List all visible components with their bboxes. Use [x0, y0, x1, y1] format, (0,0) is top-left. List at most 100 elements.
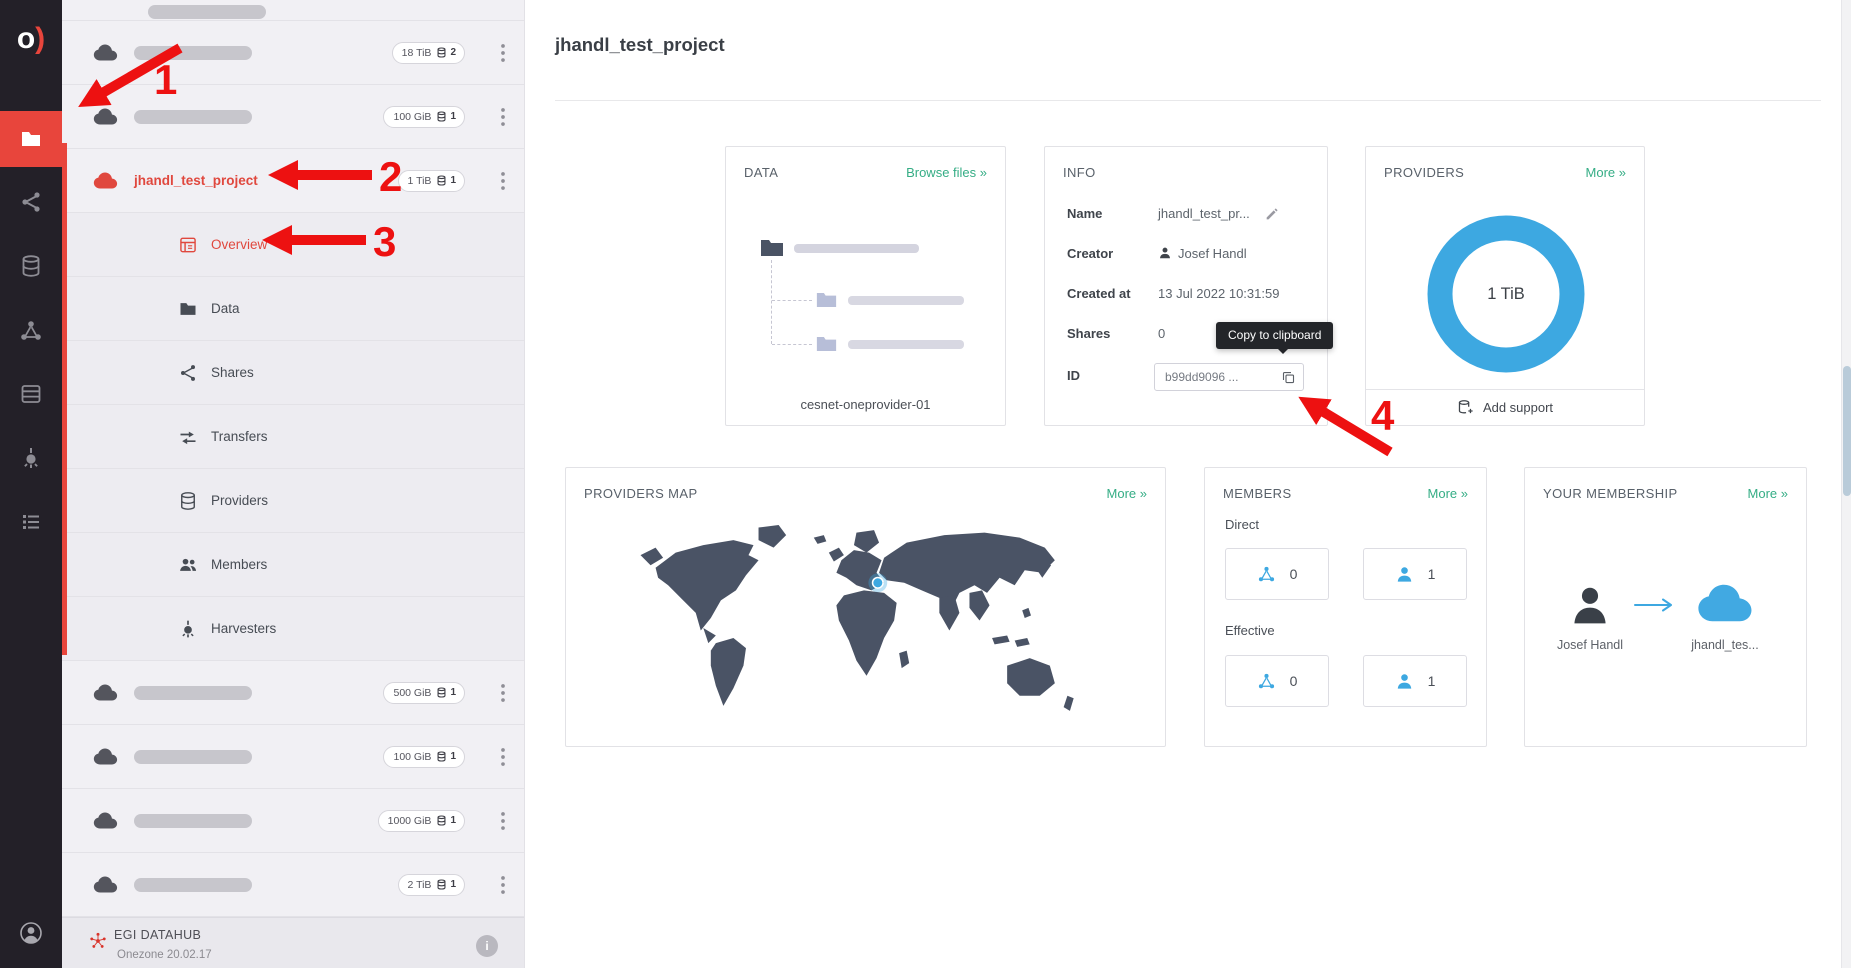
nav-databases[interactable]: [0, 238, 62, 294]
space-size-badge: 1 TiB 1: [398, 170, 466, 192]
space-name-placeholder: [134, 46, 252, 60]
egi-datahub-logo: [88, 931, 108, 951]
nav-tokens-list[interactable]: [0, 494, 62, 550]
groups-icon: [1257, 565, 1276, 584]
space-size: 1 TiB: [408, 175, 432, 187]
scrollbar-track: [1841, 0, 1851, 968]
nav-spaces[interactable]: [0, 111, 62, 167]
onedata-logo[interactable]: o): [0, 22, 62, 56]
provider-count-value: 1: [450, 751, 456, 762]
selected-space-name: jhandl_test_project: [134, 173, 258, 188]
providers-more-link[interactable]: More »: [1586, 165, 1626, 180]
space-row-partial[interactable]: [62, 0, 524, 21]
space-context-menu-button[interactable]: [490, 104, 516, 130]
user-account-button[interactable]: [0, 905, 62, 961]
clusters-box-icon: [19, 382, 43, 406]
providers-map-card: PROVIDERS MAP More »: [565, 467, 1166, 747]
provider-name: cesnet-oneprovider-01: [726, 397, 1005, 412]
provider-db-icon: [436, 687, 447, 698]
space-menu-providers[interactable]: Providers: [62, 469, 524, 533]
space-size-badge: 1000 GiB1: [378, 810, 465, 832]
nav-groups[interactable]: [0, 303, 62, 359]
effective-label: Effective: [1225, 623, 1275, 638]
database-icon: [19, 254, 43, 278]
membership-space-cloud-icon[interactable]: [1692, 582, 1758, 624]
space-size-badge: 2 TiB1: [398, 874, 466, 896]
child-folder-icon: [816, 335, 837, 352]
space-menu-harvesters[interactable]: Harvesters: [62, 597, 524, 661]
kebab-menu-icon: [490, 168, 516, 194]
space-context-menu-button[interactable]: [490, 168, 516, 194]
app-root: o) 1: [0, 0, 1851, 968]
info-button[interactable]: i: [476, 935, 498, 957]
scrollbar-thumb[interactable]: [1843, 366, 1851, 496]
effective-groups-count: 0: [1290, 673, 1298, 689]
nav-clusters[interactable]: [0, 366, 62, 422]
add-support-button[interactable]: Add support: [1366, 389, 1644, 425]
direct-groups-stat[interactable]: 0: [1225, 548, 1329, 600]
page-title: jhandl_test_project: [555, 34, 725, 56]
provider-count: 1: [436, 815, 456, 826]
data-card: DATA Browse files » cesnet-oneprovider-0…: [725, 146, 1006, 426]
menu-label: Data: [211, 301, 240, 316]
map-more-link[interactable]: More »: [1107, 486, 1147, 501]
space-context-menu-button[interactable]: [490, 744, 516, 770]
root-folder-icon: [760, 238, 784, 257]
space-row[interactable]: 100 GiB1: [62, 85, 524, 149]
space-size-badge: 100 GiB1: [383, 106, 465, 128]
space-context-menu-button[interactable]: [490, 872, 516, 898]
space-size-badge: 100 GiB1: [383, 746, 465, 768]
id-label: ID: [1067, 368, 1080, 383]
groups-icon: [19, 319, 43, 343]
copy-to-clipboard-button[interactable]: [1276, 367, 1300, 387]
card-title: DATA: [744, 165, 778, 180]
provider-map-marker[interactable]: [868, 573, 887, 592]
membership-more-link[interactable]: More »: [1748, 486, 1788, 501]
space-row[interactable]: 18 TiB2: [62, 21, 524, 85]
space-row[interactable]: 2 TiB1: [62, 853, 524, 917]
user-icon: [1395, 565, 1414, 584]
direct-users-stat[interactable]: 1: [1363, 548, 1467, 600]
primary-sidebar: o): [0, 0, 62, 968]
browse-files-link[interactable]: Browse files »: [906, 165, 987, 180]
provider-count-value: 1: [450, 175, 456, 186]
space-row[interactable]: 1000 GiB1: [62, 789, 524, 853]
space-row[interactable]: 500 GiB1: [62, 661, 524, 725]
nav-shares[interactable]: [0, 174, 62, 230]
nav-harvesters[interactable]: [0, 430, 62, 486]
share-icon: [19, 190, 43, 214]
provider-count-value: 1: [450, 687, 456, 698]
space-id-field[interactable]: b99dd9096 ...: [1154, 363, 1304, 391]
space-menu-shares[interactable]: Shares: [62, 341, 524, 405]
kebab-menu-icon: [490, 680, 516, 706]
provider-db-icon: [436, 815, 447, 826]
space-name-placeholder: [134, 110, 252, 124]
menu-label: Shares: [211, 365, 254, 380]
menu-label: Transfers: [211, 429, 268, 444]
selected-space-indicator: [62, 143, 67, 655]
space-row[interactable]: 100 GiB1: [62, 725, 524, 789]
space-context-menu-button[interactable]: [490, 680, 516, 706]
space-id-value: b99dd9096 ...: [1165, 364, 1238, 390]
space-menu-transfers[interactable]: Transfers: [62, 405, 524, 469]
card-title: PROVIDERS: [1384, 165, 1464, 180]
data-folder-icon: [178, 299, 198, 319]
membership-card-header: YOUR MEMBERSHIP More »: [1525, 468, 1806, 501]
space-context-menu-button[interactable]: [490, 40, 516, 66]
cloud-icon: [92, 683, 119, 702]
kebab-menu-icon: [490, 872, 516, 898]
edit-name-button[interactable]: [1264, 206, 1280, 222]
space-context-menu-button[interactable]: [490, 808, 516, 834]
space-menu-data[interactable]: Data: [62, 277, 524, 341]
space-menu-overview[interactable]: Overview: [62, 213, 524, 277]
world-map: [638, 520, 1090, 736]
effective-users-count: 1: [1428, 673, 1436, 689]
effective-groups-stat[interactable]: 0: [1225, 655, 1329, 707]
membership-user-icon[interactable]: [1568, 580, 1612, 630]
space-row-selected[interactable]: jhandl_test_project 1 TiB 1: [62, 149, 524, 213]
space-menu-members[interactable]: Members: [62, 533, 524, 597]
membership-arrow-icon: [1633, 597, 1677, 613]
effective-users-stat[interactable]: 1: [1363, 655, 1467, 707]
members-more-link[interactable]: More »: [1428, 486, 1468, 501]
cloud-icon: [92, 107, 119, 126]
